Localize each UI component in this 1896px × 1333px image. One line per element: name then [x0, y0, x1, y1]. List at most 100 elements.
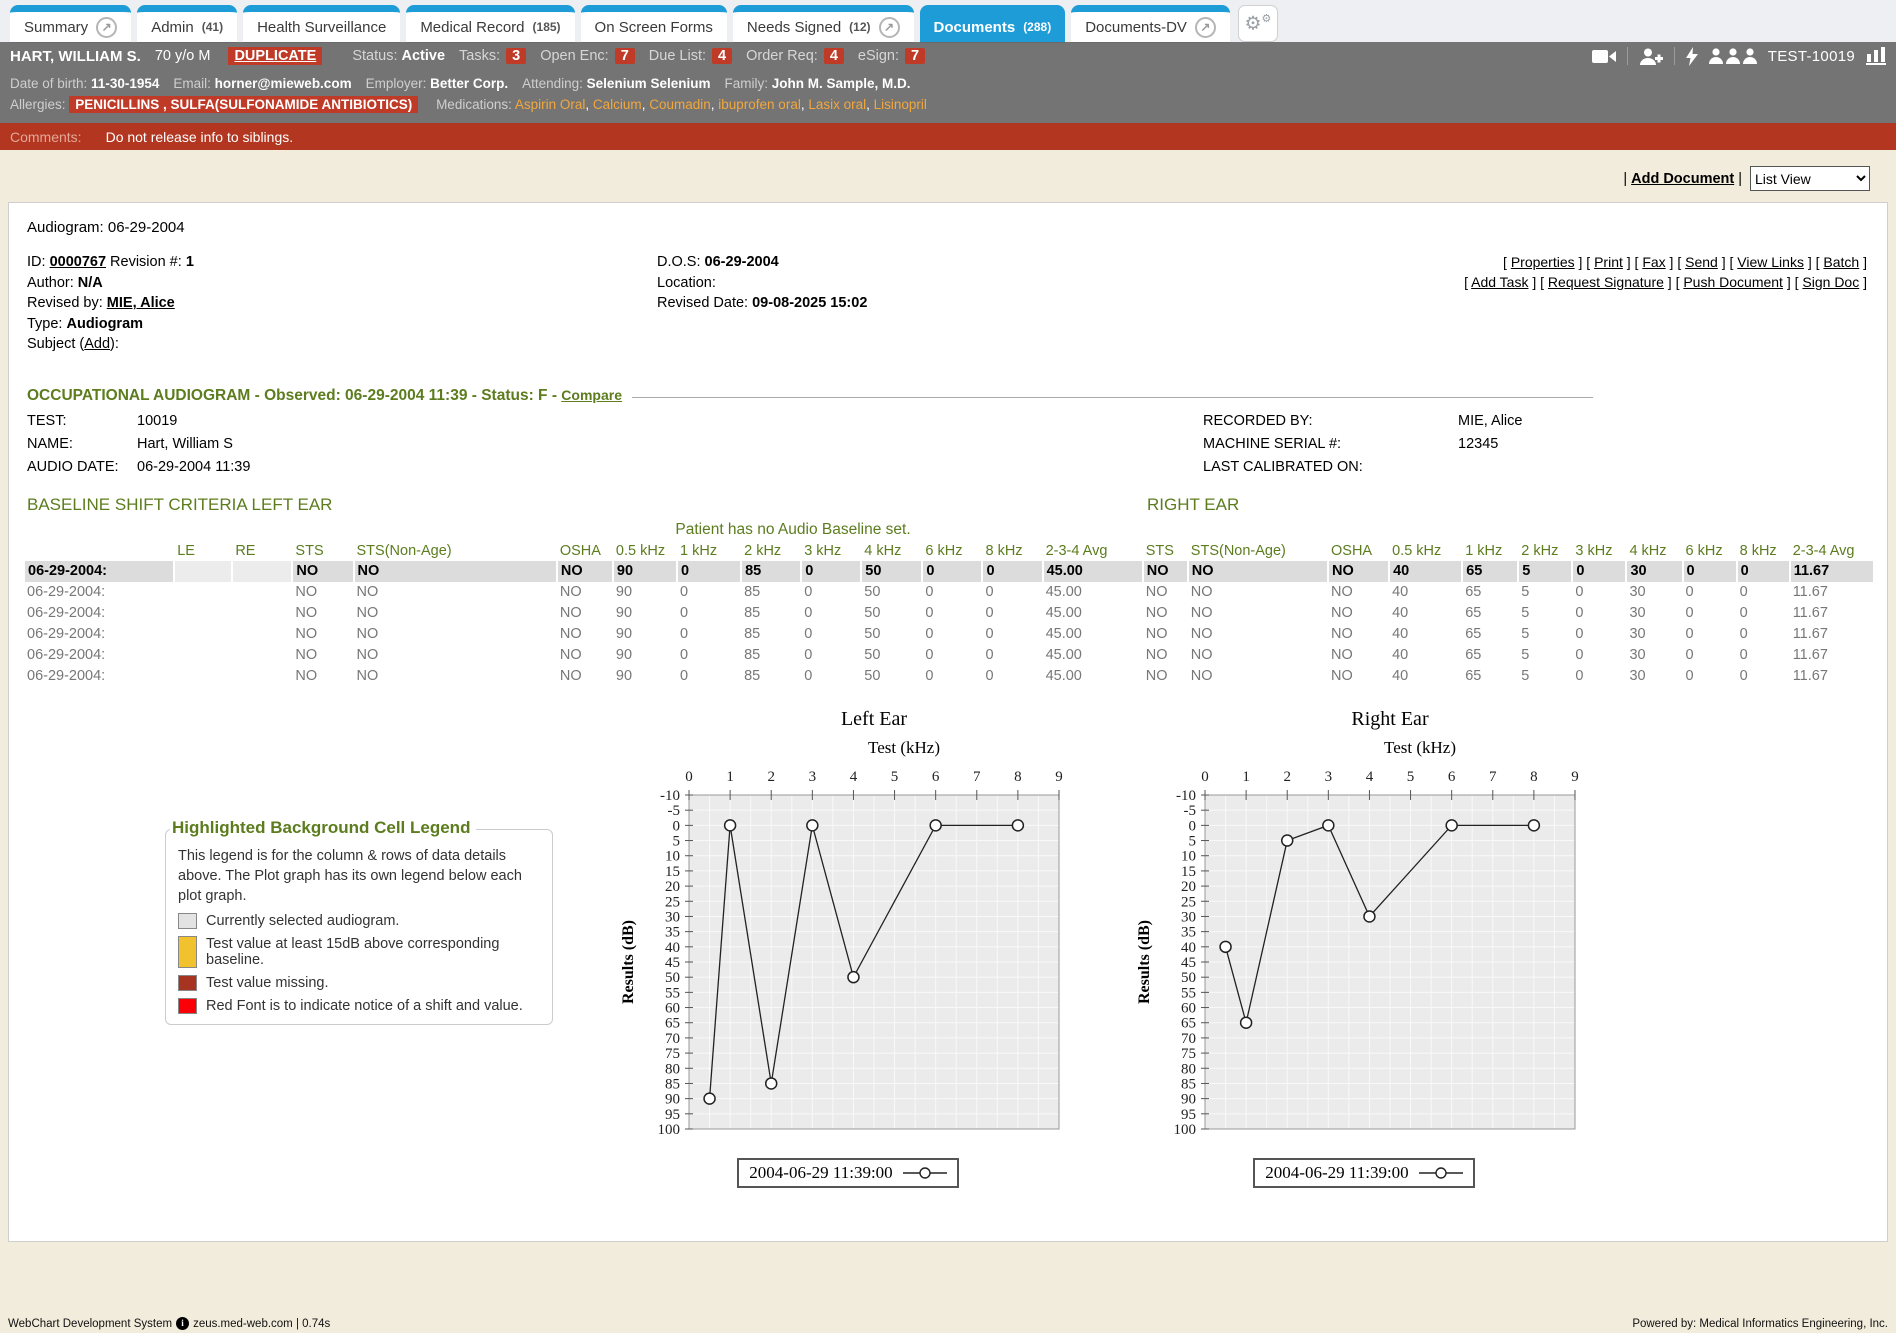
- action-link-properties[interactable]: Properties: [1511, 254, 1575, 270]
- stat-count-badge[interactable]: 4: [712, 48, 732, 64]
- patients-group-icon[interactable]: [1709, 48, 1757, 64]
- subject-add-link[interactable]: Add: [84, 336, 110, 352]
- stat-label: Due List:: [649, 48, 706, 64]
- action-link-push-document[interactable]: Push Document: [1683, 274, 1783, 290]
- tab-on-screen-forms[interactable]: On Screen Forms: [581, 5, 727, 42]
- info-label: NAME:: [27, 433, 137, 456]
- revised-by-link[interactable]: MIE, Alice: [107, 295, 175, 311]
- svg-text:15: 15: [1181, 863, 1196, 879]
- cell-value: 0: [1572, 561, 1626, 582]
- external-link-icon[interactable]: ↗: [879, 17, 900, 38]
- tab-admin[interactable]: Admin (41): [137, 5, 237, 42]
- cell-value: 0: [982, 624, 1042, 645]
- action-link-sign-doc[interactable]: Sign Doc: [1802, 274, 1859, 290]
- info-icon[interactable]: i: [176, 1317, 189, 1330]
- cell-legend-item: Test value at least 15dB above correspon…: [178, 936, 540, 968]
- field-label: Attending:: [522, 76, 587, 91]
- medication-link[interactable]: Lisinopril: [874, 97, 927, 112]
- medication-link[interactable]: Coumadin: [649, 97, 711, 112]
- medication-link[interactable]: Lasix oral: [808, 97, 866, 112]
- column-header: [24, 541, 174, 561]
- table-row[interactable]: 06-29-2004:NONONO900850500045.00NONONO40…: [24, 561, 1874, 582]
- video-camera-icon[interactable]: [1592, 49, 1616, 64]
- add-person-icon[interactable]: [1639, 48, 1663, 65]
- action-link-print[interactable]: Print: [1594, 254, 1623, 270]
- cell-value: 11.67: [1790, 666, 1874, 687]
- stat-count-badge[interactable]: 4: [824, 48, 844, 64]
- action-link-send[interactable]: Send: [1685, 254, 1718, 270]
- medication-link[interactable]: Calcium: [593, 97, 642, 112]
- cell-legend-item: Test value missing.: [178, 975, 540, 991]
- allergies-badge[interactable]: PENICILLINS , SULFA(SULFONAMIDE ANTIBIOT…: [69, 96, 418, 113]
- data-point: [1012, 819, 1023, 830]
- stat-count-badge[interactable]: 7: [615, 48, 635, 64]
- column-header: 4 kHz: [861, 541, 922, 561]
- medication-link[interactable]: ibuprofen oral: [718, 97, 801, 112]
- svg-text:1: 1: [726, 769, 734, 785]
- tab-documents[interactable]: Documents (288): [920, 5, 1066, 42]
- tab-health-surveillance[interactable]: Health Surveillance: [243, 5, 400, 42]
- action-link-fax[interactable]: Fax: [1642, 254, 1665, 270]
- pipe: |: [1623, 171, 1627, 187]
- tab-summary[interactable]: Summary ↗: [10, 5, 131, 42]
- svg-text:60: 60: [1181, 1000, 1196, 1016]
- cell-value: NO: [1328, 624, 1389, 645]
- view-mode-select[interactable]: List View: [1750, 166, 1870, 191]
- action-link-batch[interactable]: Batch: [1823, 254, 1859, 270]
- cell-value: 0: [801, 624, 861, 645]
- column-header: STS: [292, 541, 353, 561]
- cell-value: [232, 582, 292, 603]
- table-row[interactable]: 06-29-2004:NONONO900850500045.00NONONO40…: [24, 666, 1874, 687]
- action-link-request-signature[interactable]: Request Signature: [1548, 274, 1664, 290]
- cell-value: 0: [982, 582, 1042, 603]
- field-value: 11-30-1954: [91, 76, 159, 91]
- settings-button[interactable]: ⚙⚙: [1238, 5, 1278, 42]
- svg-text:5: 5: [673, 833, 681, 849]
- legend-swatch: [178, 975, 197, 991]
- data-point: [930, 819, 941, 830]
- stat-count-badge[interactable]: 3: [506, 48, 526, 64]
- external-link-icon[interactable]: ↗: [96, 17, 117, 38]
- table-row[interactable]: 06-29-2004:NONONO900850500045.00NONONO40…: [24, 603, 1874, 624]
- baseline-shift-table: LERESTSSTS(Non-Age)OSHA0.5 kHz1 kHz2 kHz…: [23, 541, 1875, 687]
- stat-count-badge[interactable]: 7: [905, 48, 925, 64]
- compare-link[interactable]: Compare: [561, 387, 622, 403]
- audiogram-header: OCCUPATIONAL AUDIOGRAM - Observed: 06-29…: [27, 387, 632, 405]
- cell-value: 0: [982, 561, 1042, 582]
- document-id-link[interactable]: 0000767: [50, 254, 106, 270]
- action-link-view-links[interactable]: View Links: [1737, 254, 1804, 270]
- external-link-icon[interactable]: ↗: [1195, 17, 1216, 38]
- duplicate-badge[interactable]: DUPLICATE: [228, 47, 322, 65]
- cell-value: NO: [557, 645, 613, 666]
- cell-value: 11.67: [1790, 603, 1874, 624]
- tab-documents-dv[interactable]: Documents-DV ↗: [1071, 5, 1230, 42]
- comments-bar: Comments: Do not release info to sibling…: [0, 123, 1896, 150]
- table-row[interactable]: 06-29-2004:NONONO900850500045.00NONONO40…: [24, 582, 1874, 603]
- cell-value: 0: [1737, 603, 1790, 624]
- gear-icon: ⚙⚙: [1244, 12, 1271, 35]
- svg-text:4: 4: [1366, 769, 1374, 785]
- cell-value: NO: [354, 624, 557, 645]
- legend-swatch: [178, 936, 197, 968]
- cell-value: 85: [741, 582, 801, 603]
- cell-value: 65: [1462, 582, 1518, 603]
- cell-value: NO: [1143, 561, 1188, 582]
- cell-value: [174, 624, 232, 645]
- add-document-link[interactable]: Add Document: [1631, 171, 1734, 187]
- bar-chart-icon[interactable]: [1866, 47, 1886, 65]
- legend-item-label: Red Font is to indicate notice of a shif…: [206, 998, 523, 1014]
- svg-text:65: 65: [665, 1015, 680, 1031]
- tab-needs-signed[interactable]: Needs Signed (12) ↗: [733, 5, 914, 42]
- medication-link[interactable]: Aspirin Oral: [515, 97, 586, 112]
- action-link-add-task[interactable]: Add Task: [1471, 274, 1528, 290]
- tab-medical-record[interactable]: Medical Record (185): [406, 5, 574, 42]
- data-point: [1364, 910, 1375, 921]
- lightning-icon[interactable]: [1686, 47, 1698, 66]
- cell-value: 0: [1737, 561, 1790, 582]
- table-row[interactable]: 06-29-2004:NONONO900850500045.00NONONO40…: [24, 645, 1874, 666]
- cell-value: NO: [1143, 645, 1188, 666]
- actions-row-1: [ Properties ] [ Print ] [ Fax ] [ Send …: [1464, 252, 1867, 272]
- table-row[interactable]: 06-29-2004:NONONO900850500045.00NONONO40…: [24, 624, 1874, 645]
- cell-value: 50: [861, 645, 922, 666]
- cell-value: 65: [1462, 645, 1518, 666]
